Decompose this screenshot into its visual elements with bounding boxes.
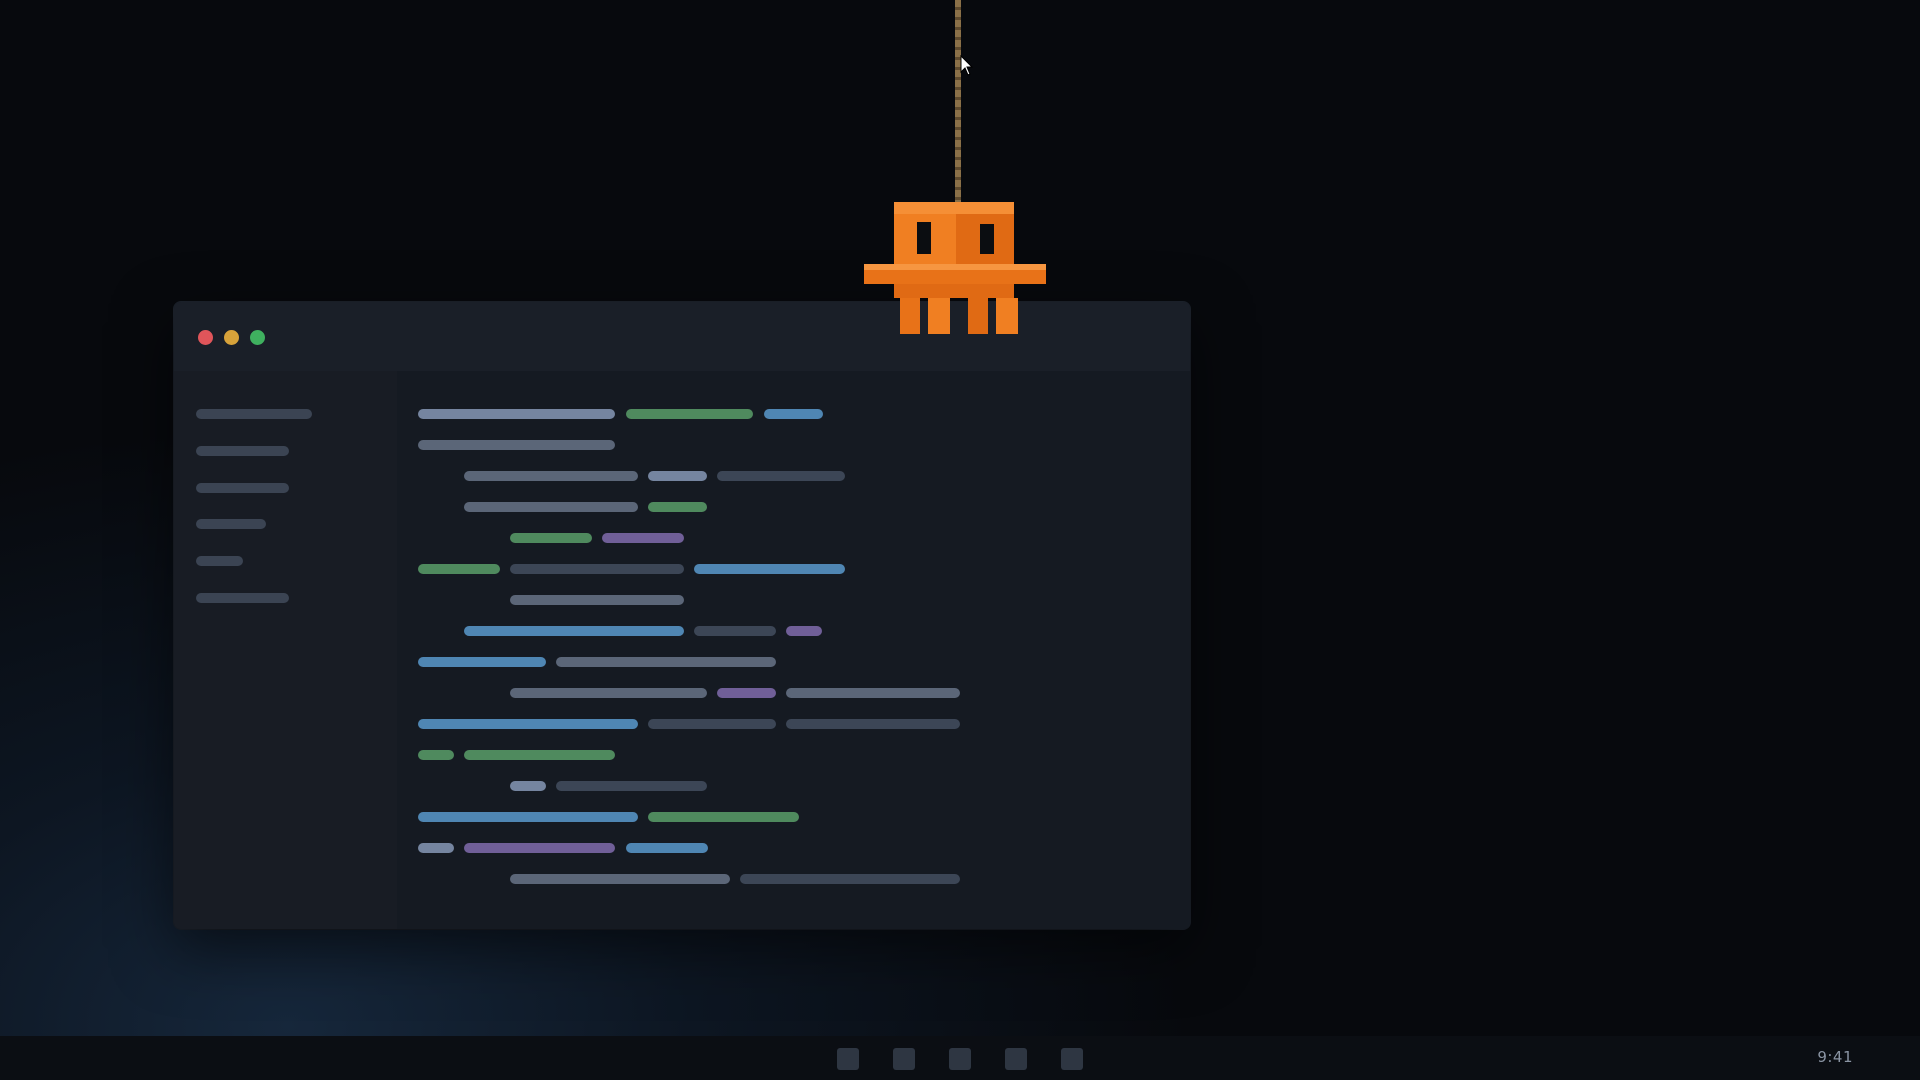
code-token: [464, 626, 684, 636]
rope-icon: [955, 0, 961, 207]
orange-pixel-creature-icon[interactable]: [860, 200, 1050, 340]
code-token: [510, 688, 707, 698]
code-token: [648, 812, 799, 822]
code-token: [717, 471, 845, 481]
code-token: [510, 874, 730, 884]
code-token: [418, 843, 454, 853]
taskbar-clock[interactable]: 9:41: [1817, 1048, 1853, 1066]
code-token: [418, 564, 500, 574]
close-window-button[interactable]: [198, 330, 213, 345]
sidebar-item[interactable]: [196, 409, 312, 419]
taskbar-app-icon[interactable]: [949, 1048, 971, 1070]
code-token: [418, 719, 638, 729]
editor-window[interactable]: [174, 302, 1190, 929]
desktop: 9:41: [0, 0, 1920, 1080]
sidebar-item[interactable]: [196, 519, 266, 529]
code-token: [786, 688, 960, 698]
sidebar-item[interactable]: [196, 446, 289, 456]
code-token: [510, 781, 546, 791]
code-token: [418, 750, 454, 760]
code-token: [626, 409, 753, 419]
taskbar-app-icon[interactable]: [1061, 1048, 1083, 1070]
taskbar-app-icon[interactable]: [837, 1048, 859, 1070]
code-token: [602, 533, 684, 543]
code-token: [510, 564, 684, 574]
sidebar: [174, 371, 397, 929]
code-token: [464, 750, 615, 760]
mouse-cursor-icon: [960, 55, 974, 76]
code-token: [418, 657, 546, 667]
taskbar-app-icon[interactable]: [893, 1048, 915, 1070]
code-token: [418, 812, 638, 822]
code-token: [418, 409, 615, 419]
code-token: [717, 688, 776, 698]
code-token: [510, 533, 592, 543]
code-token: [648, 502, 707, 512]
code-token: [740, 874, 960, 884]
code-token: [694, 564, 845, 574]
taskbar-app-icon[interactable]: [1005, 1048, 1027, 1070]
code-editor[interactable]: [397, 371, 1190, 929]
code-token: [694, 626, 776, 636]
code-token: [648, 719, 776, 729]
sidebar-item[interactable]: [196, 483, 289, 493]
maximize-window-button[interactable]: [250, 330, 265, 345]
code-token: [626, 843, 708, 853]
sidebar-item[interactable]: [196, 556, 243, 566]
code-token: [510, 595, 684, 605]
code-token: [556, 781, 707, 791]
code-token: [648, 471, 707, 481]
code-token: [764, 409, 823, 419]
code-token: [786, 626, 822, 636]
code-token: [464, 471, 638, 481]
minimize-window-button[interactable]: [224, 330, 239, 345]
sidebar-item[interactable]: [196, 593, 289, 603]
code-token: [786, 719, 960, 729]
code-token: [464, 502, 638, 512]
code-token: [556, 657, 776, 667]
taskbar: 9:41: [0, 1036, 1920, 1080]
code-token: [418, 440, 615, 450]
code-token: [464, 843, 615, 853]
